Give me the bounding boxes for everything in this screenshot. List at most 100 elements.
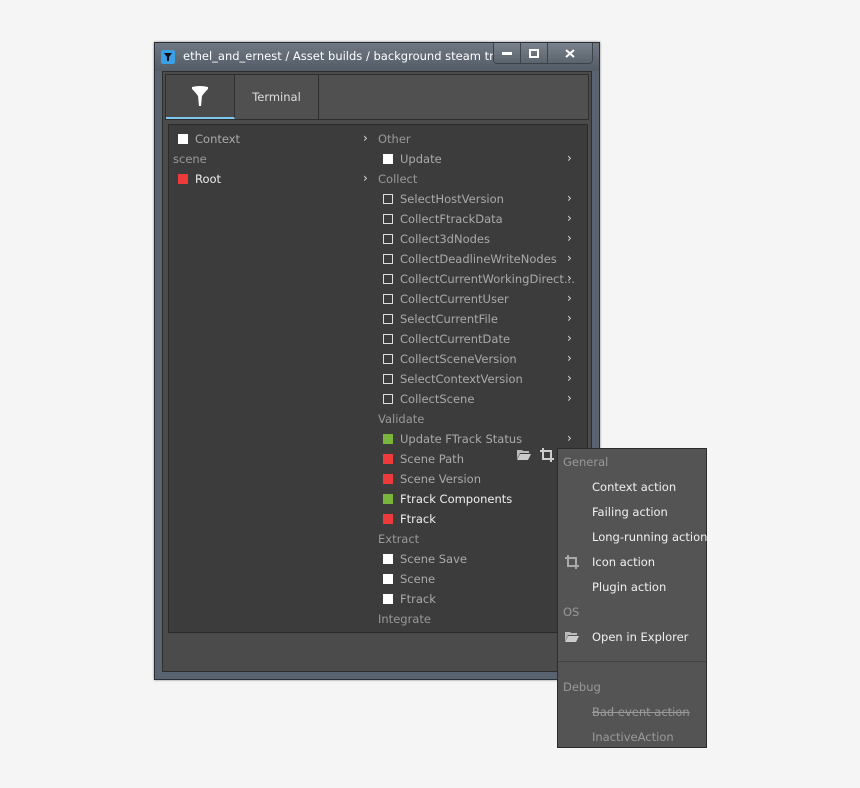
chevron-right-icon[interactable]: › xyxy=(567,431,572,445)
plugin-item[interactable]: Ftrack xyxy=(383,509,436,529)
item-label: Ftrack xyxy=(400,512,436,526)
menu-separator xyxy=(558,661,706,662)
plugin-item[interactable]: CollectDeadlineWriteNodes xyxy=(383,249,557,269)
crop-icon xyxy=(565,555,579,569)
tab-terminal[interactable]: Terminal xyxy=(235,75,319,119)
menu-item-bad-event-action[interactable]: Bad event action xyxy=(558,699,706,724)
app-filter-icon xyxy=(161,50,175,64)
menu-item-open-in-explorer[interactable]: Open in Explorer xyxy=(558,624,706,649)
status-indicator xyxy=(383,154,393,164)
menu-header-general: General xyxy=(563,454,609,469)
chevron-right-icon[interactable]: › xyxy=(567,331,572,345)
menu-item-label: Bad event action xyxy=(592,704,690,719)
row-actions xyxy=(516,448,554,462)
item-label: SelectContextVersion xyxy=(400,372,523,386)
item-label: Scene Save xyxy=(400,552,467,566)
item-label: CollectCurrentWorkingDirect... xyxy=(400,272,575,286)
section-header-collect: Collect xyxy=(378,172,418,186)
chevron-right-icon[interactable]: › xyxy=(363,131,368,145)
section-header-extract: Extract xyxy=(378,532,420,546)
minimize-button[interactable] xyxy=(494,43,520,63)
plugin-item[interactable]: CollectScene xyxy=(383,389,474,409)
chevron-right-icon[interactable]: › xyxy=(363,171,368,185)
chevron-right-icon[interactable]: › xyxy=(567,391,572,405)
section-header-scene: scene xyxy=(173,152,207,166)
close-button[interactable] xyxy=(547,43,592,63)
item-label: CollectSceneVersion xyxy=(400,352,517,366)
client-area: Terminal Context › scene Root › Other Upd… xyxy=(162,71,592,672)
menu-item-label: Context action xyxy=(592,479,677,494)
menu-header-os: OS xyxy=(563,604,580,619)
chevron-right-icon[interactable]: › xyxy=(567,151,572,165)
plugin-item[interactable]: CollectSceneVersion xyxy=(383,349,517,369)
plugin-item[interactable]: SelectHostVersion xyxy=(383,189,504,209)
plugin-item[interactable]: CollectCurrentWorkingDirect... xyxy=(383,269,575,289)
menu-item-label: Icon action xyxy=(592,554,656,569)
chevron-right-icon[interactable]: › xyxy=(567,251,572,265)
plugin-item[interactable]: SelectContextVersion xyxy=(383,369,523,389)
menu-item-plugin-action[interactable]: Plugin action xyxy=(558,574,706,599)
status-indicator xyxy=(383,574,393,584)
minimize-icon xyxy=(502,52,512,55)
plugin-item[interactable]: Update xyxy=(383,149,442,169)
status-indicator xyxy=(383,434,393,444)
menu-item-context-action[interactable]: Context action xyxy=(558,474,706,499)
plugin-item[interactable]: CollectCurrentDate xyxy=(383,329,510,349)
status-indicator xyxy=(383,554,393,564)
plugin-item[interactable]: CollectCurrentUser xyxy=(383,289,509,309)
status-indicator xyxy=(383,314,393,324)
status-indicator xyxy=(383,474,393,484)
chevron-right-icon[interactable]: › xyxy=(567,351,572,365)
chevron-right-icon[interactable]: › xyxy=(567,211,572,225)
item-label: CollectDeadlineWriteNodes xyxy=(400,252,557,266)
filter-icon xyxy=(192,86,208,106)
tab-bar: Terminal xyxy=(165,74,589,120)
menu-item-long-running-action[interactable]: Long-running action xyxy=(558,524,707,549)
tab-filter[interactable] xyxy=(166,75,235,119)
plugin-item[interactable]: CollectFtrackData xyxy=(383,209,503,229)
window-controls xyxy=(493,43,593,64)
close-icon xyxy=(565,48,575,58)
status-indicator xyxy=(178,134,188,144)
item-label: Ftrack xyxy=(400,592,436,606)
plugin-item[interactable]: Ftrack Components xyxy=(383,489,512,509)
plugin-item[interactable]: Update FTrack Status xyxy=(383,429,522,449)
status-indicator xyxy=(383,454,393,464)
status-indicator xyxy=(383,274,393,284)
chevron-right-icon[interactable]: › xyxy=(567,371,572,385)
plugin-item[interactable]: Collect3dNodes xyxy=(383,229,490,249)
chevron-right-icon[interactable]: › xyxy=(567,311,572,325)
item-label: Scene Path xyxy=(400,452,464,466)
instance-item-context[interactable]: Context xyxy=(178,129,240,149)
item-label: SelectHostVersion xyxy=(400,192,504,206)
plugin-item[interactable]: Scene Path xyxy=(383,449,464,469)
chevron-right-icon[interactable]: › xyxy=(567,231,572,245)
status-indicator xyxy=(383,254,393,264)
plugin-item[interactable]: Scene Version xyxy=(383,469,481,489)
menu-item-icon-action[interactable]: Icon action xyxy=(558,549,706,574)
folder-open-icon[interactable] xyxy=(516,448,532,461)
title-bar[interactable]: ethel_and_ernest / Asset builds / backgr… xyxy=(155,43,599,71)
section-header-other: Other xyxy=(378,132,411,146)
plugin-item[interactable]: Ftrack xyxy=(383,589,436,609)
folder-open-icon xyxy=(565,632,579,642)
context-menu: General Context action Failing action Lo… xyxy=(557,448,707,748)
crop-icon[interactable] xyxy=(540,448,554,462)
chevron-right-icon[interactable]: › xyxy=(567,191,572,205)
menu-item-inactive-action[interactable]: InactiveAction xyxy=(558,724,706,749)
plugin-item[interactable]: SelectCurrentFile xyxy=(383,309,498,329)
menu-item-failing-action[interactable]: Failing action xyxy=(558,499,706,524)
menu-item-label: InactiveAction xyxy=(592,729,674,744)
chevron-right-icon[interactable]: › xyxy=(567,291,572,305)
chevron-right-icon[interactable]: › xyxy=(567,271,572,285)
section-header-validate: Validate xyxy=(378,412,425,426)
status-indicator xyxy=(383,594,393,604)
instance-item-root[interactable]: Root xyxy=(178,169,221,189)
maximize-button[interactable] xyxy=(520,43,547,63)
menu-item-label: Failing action xyxy=(592,504,668,519)
item-label: Ftrack Components xyxy=(400,492,513,506)
item-label: Context xyxy=(195,132,241,146)
status-indicator xyxy=(383,374,393,384)
plugin-item[interactable]: Scene Save xyxy=(383,549,467,569)
plugin-item[interactable]: Scene xyxy=(383,569,435,589)
